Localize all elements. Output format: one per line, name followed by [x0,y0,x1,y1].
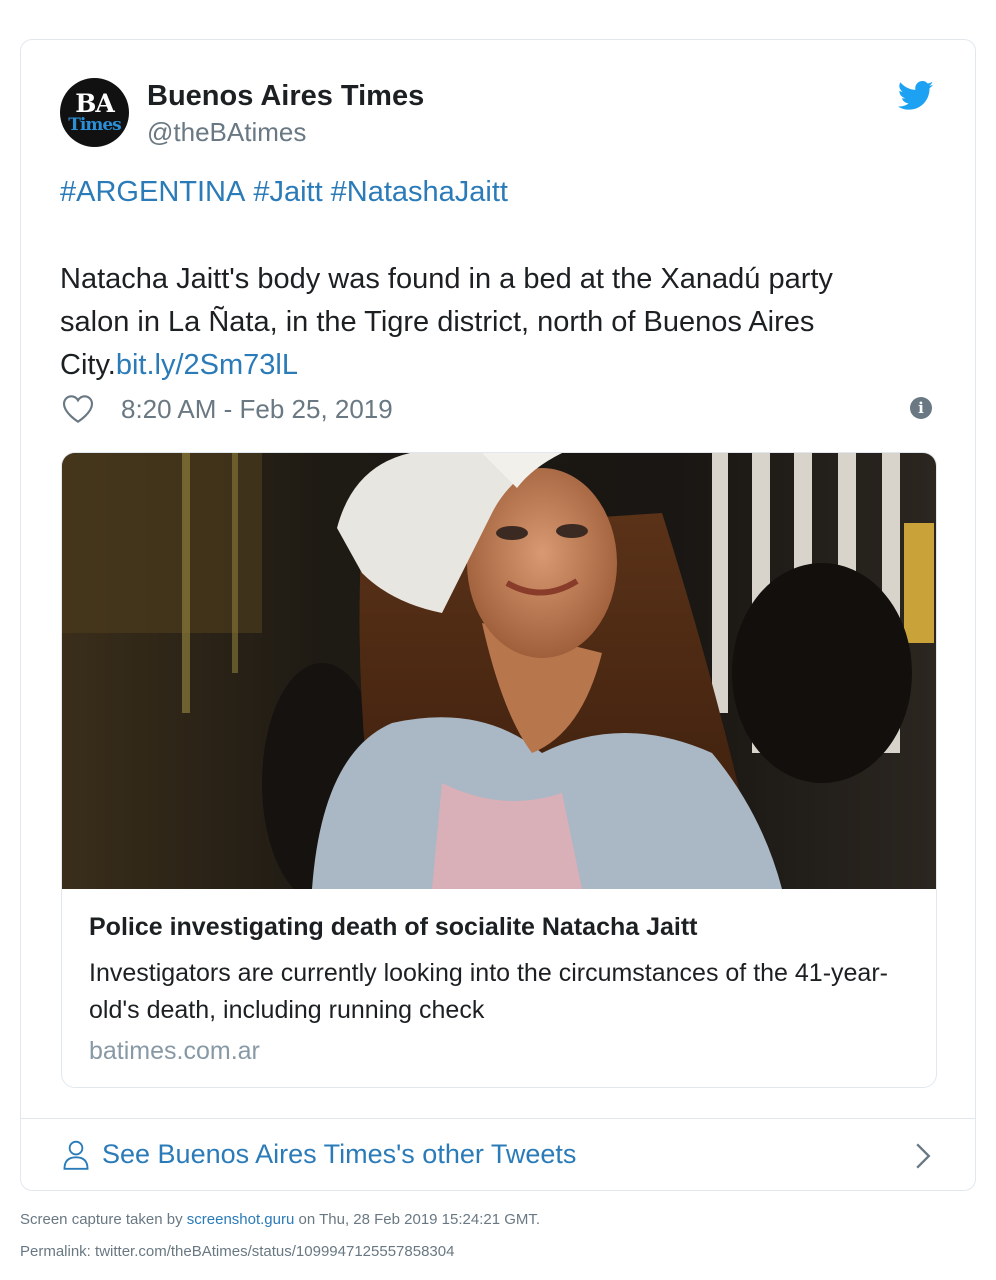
tweet-header: BA Times Buenos Aires Times @theBAtimes [60,78,936,152]
person-icon [63,1140,89,1170]
permalink-label: Permalink: [20,1243,96,1260]
permalink: Permalink: twitter.com/theBAtimes/status… [20,1243,454,1260]
info-icon[interactable]: i [910,397,932,419]
footer-divider [21,1118,975,1119]
see-other-tweets-label[interactable]: See Buenos Aires Times's other Tweets [102,1139,576,1170]
permalink-url[interactable]: twitter.com/theBAtimes/status/1099947125… [95,1243,454,1260]
tweet-meta: 8:20 AM - Feb 25, 2019 i [60,392,936,428]
see-other-tweets-link[interactable]: See Buenos Aires Times's other Tweets [62,1136,936,1176]
hashtag-natashajaitt[interactable]: #NatashaJaitt [331,176,508,208]
hashtag-argentina[interactable]: #ARGENTINA [60,176,245,208]
preview-domain: batimes.com.ar [89,1037,260,1065]
embedded-tweet-card: BA Times Buenos Aires Times @theBAtimes … [20,39,976,1191]
preview-image[interactable] [62,453,936,889]
tweet-timestamp[interactable]: 8:20 AM - Feb 25, 2019 [121,394,393,425]
preview-title[interactable]: Police investigating death of socialite … [89,913,698,942]
author-name[interactable]: Buenos Aires Times [147,80,424,113]
capture-suffix: on Thu, 28 Feb 2019 15:24:21 GMT. [294,1211,541,1228]
avatar-text-times: Times [68,114,121,135]
capture-prefix: Screen capture taken by [20,1211,187,1228]
preview-description: Investigators are currently looking into… [89,959,888,1024]
avatar[interactable]: BA Times [60,78,129,147]
hashtag-jaitt[interactable]: #Jaitt [253,176,322,208]
chevron-right-icon[interactable] [914,1142,932,1170]
capture-note: Screen capture taken by screenshot.guru … [20,1211,540,1228]
hashtag-list: #ARGENTINA #Jaitt #NatashaJaitt [60,176,516,209]
heart-icon[interactable] [62,394,94,424]
tweet-body: Natacha Jaitt's body was found in a bed … [60,258,910,387]
twitter-bird-icon[interactable] [898,80,934,112]
author-handle[interactable]: @theBAtimes [147,117,306,148]
capture-service-link[interactable]: screenshot.guru [187,1211,295,1228]
avatar-text-ba: BA [75,88,115,118]
tweet-link[interactable]: bit.ly/2Sm73lL [116,349,298,381]
link-preview-card[interactable]: Police investigating death of socialite … [61,452,937,1088]
